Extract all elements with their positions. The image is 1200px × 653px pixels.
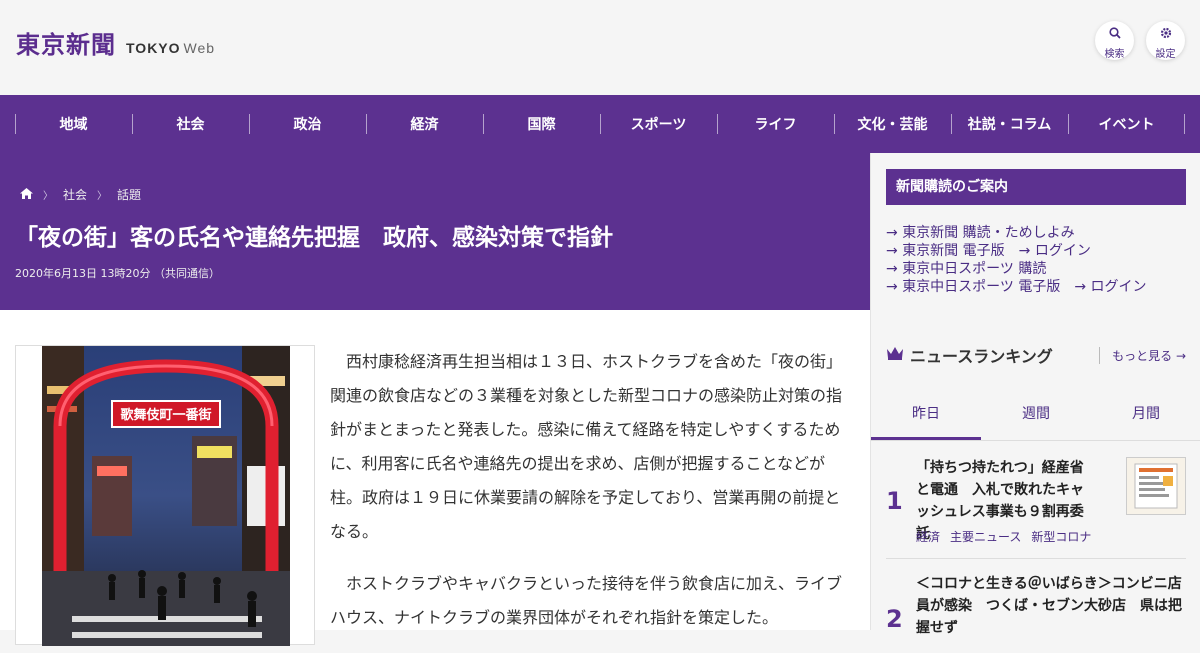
subscribe-link[interactable]: → 東京中日スポーツ 購読 [886, 260, 1046, 278]
gear-icon [1146, 27, 1185, 42]
arrow-right-icon: → [886, 243, 903, 259]
tab-yesterday[interactable]: 昨日 [871, 389, 981, 440]
link-label: 東京新聞 電子版 [902, 243, 1005, 259]
nav-item-sports[interactable]: スポーツ [600, 95, 717, 153]
arrow-right-icon: → [1018, 243, 1035, 259]
article-text: 西村康稔経済再生担当相は１３日、ホストクラブを含めた「夜の街」関連の飲食店などの… [330, 345, 845, 653]
arrow-right-icon: → [886, 225, 903, 241]
subscribe-link[interactable]: → 東京中日スポーツ 電子版 [886, 278, 1060, 296]
logo-web: Web [183, 40, 216, 56]
link-label: 東京新聞 購読・ためしよみ [902, 225, 1075, 241]
tab-monthly[interactable]: 月間 [1091, 389, 1200, 440]
breadcrumb-society[interactable]: 社会 [63, 186, 87, 203]
search-button[interactable]: 検索 [1095, 21, 1134, 60]
breadcrumb: 〉 社会 〉 話題 [20, 186, 141, 203]
ranking-item[interactable]: 2 ＜コロナと生きる＠いばらき＞コンビニ店員が感染 つくば・セブン大砂店 県は把… [886, 573, 1186, 636]
site-logo[interactable]: 東京新聞 TOKYO Web [16, 25, 215, 60]
nav-item-economy[interactable]: 経済 [366, 95, 483, 153]
search-label: 検索 [1104, 49, 1125, 60]
ranking-tags: 経済 主要ニュース 新型コロナ [916, 528, 1091, 545]
more-label: もっと見る [1112, 349, 1173, 363]
page-title: 「夜の街」客の氏名や連絡先把握 政府、感染対策で指針 [15, 225, 613, 251]
ranking-thumbnail[interactable] [1126, 457, 1186, 515]
site-header: 東京新聞 TOKYO Web 検索 設定 [0, 0, 1200, 95]
nav-item-region[interactable]: 地域 [15, 95, 132, 153]
article-header: 〉 社会 〉 話題 「夜の街」客の氏名や連絡先把握 政府、感染対策で指針 202… [0, 153, 870, 310]
login-link[interactable]: → ログイン [1019, 242, 1091, 260]
link-label: 東京中日スポーツ 電子版 [902, 279, 1061, 295]
login-link[interactable]: → ログイン [1074, 278, 1146, 296]
subscribe-links: → 東京新聞 購読・ためしよみ → 東京新聞 電子版 → ログイン → 東京中日ス… [886, 224, 1191, 296]
main-nav: 地域 社会 政治 経済 国際 スポーツ ライフ 文化・芸能 社説・コラム イベン… [0, 95, 1200, 153]
subscribe-link[interactable]: → 東京新聞 購読・ためしよみ [886, 224, 1075, 242]
ranking-item[interactable]: 1 「持ちつ持たれつ」経産省と電通 入札で敗れたキャッシュレス事業も９割再委託 … [886, 457, 1186, 547]
breadcrumb-topic[interactable]: 話題 [117, 186, 141, 203]
gate-sign-text: 歌舞伎町一番街 [120, 407, 211, 423]
arrow-right-icon: → [886, 279, 903, 295]
nav-item-editorial[interactable]: 社説・コラム [951, 95, 1068, 153]
subscribe-heading: 新聞購読のご案内 [886, 169, 1186, 205]
logo-english: TOKYO Web [126, 40, 215, 56]
more-link[interactable]: もっと見る → [1099, 347, 1186, 364]
article-paragraph: ホストクラブやキャバクラといった接待を伴う飲食店に加え、ライブハウス、ナイトクラ… [330, 574, 843, 627]
article-photo[interactable]: 歌舞伎町一番街 [15, 345, 315, 646]
crown-icon [886, 345, 904, 365]
nav-item-society[interactable]: 社会 [132, 95, 249, 153]
nav-item-culture[interactable]: 文化・芸能 [834, 95, 951, 153]
kabukicho-photo: 歌舞伎町一番街 [42, 346, 290, 646]
settings-label: 設定 [1155, 49, 1176, 60]
tab-weekly[interactable]: 週間 [981, 389, 1091, 440]
article-body: 歌舞伎町一番街 西村康稔経済再生担当相は１３日、ホストクラブを含めた「夜の街」関… [0, 310, 870, 646]
nav-item-life[interactable]: ライフ [717, 95, 834, 153]
chevron-right-icon: 〉 [43, 191, 53, 202]
article-paragraph: 西村康稔経済再生担当相は１３日、ホストクラブを含めた「夜の街」関連の飲食店などの… [330, 352, 843, 541]
settings-button[interactable]: 設定 [1146, 21, 1185, 60]
nav-item-events[interactable]: イベント [1068, 95, 1185, 153]
arrow-right-icon: → [1175, 349, 1186, 363]
tag-link[interactable]: 主要ニュース [950, 528, 1021, 545]
nav-item-international[interactable]: 国際 [483, 95, 600, 153]
ranking-item-title[interactable]: ＜コロナと生きる＠いばらき＞コンビニ店員が感染 つくば・セブン大砂店 県は把握せ… [916, 573, 1186, 639]
arrow-right-icon: → [1074, 279, 1091, 295]
ranking-title: ニュースランキング [910, 347, 1053, 366]
divider [886, 558, 1186, 559]
home-icon[interactable] [20, 187, 33, 202]
arrow-right-icon: → [886, 261, 903, 277]
logo-kanji: 東京新聞 [16, 30, 116, 59]
tag-link[interactable]: 新型コロナ [1031, 528, 1091, 545]
link-label: ログイン [1034, 243, 1091, 259]
chevron-right-icon: 〉 [97, 191, 108, 202]
link-label: 東京中日スポーツ 購読 [902, 261, 1047, 277]
sidebar: 新聞購読のご案内 → 東京新聞 購読・ためしよみ → 東京新聞 電子版 → ログイ… [870, 153, 1200, 636]
rank-number: 2 [886, 605, 903, 633]
subscribe-link[interactable]: → 東京新聞 電子版 [886, 242, 1005, 260]
tag-link[interactable]: 経済 [916, 528, 940, 545]
article-meta: 2020年6月13日 13時20分 （共同通信） [15, 267, 220, 280]
ranking-tabs: 昨日 週間 月間 [871, 389, 1200, 441]
search-icon [1095, 27, 1134, 42]
nav-item-politics[interactable]: 政治 [249, 95, 366, 153]
ranking-header: ニュースランキング もっと見る → [886, 343, 1186, 367]
link-label: ログイン [1090, 279, 1147, 295]
rank-number: 1 [886, 487, 903, 515]
logo-tokyo: TOKYO [126, 40, 181, 56]
